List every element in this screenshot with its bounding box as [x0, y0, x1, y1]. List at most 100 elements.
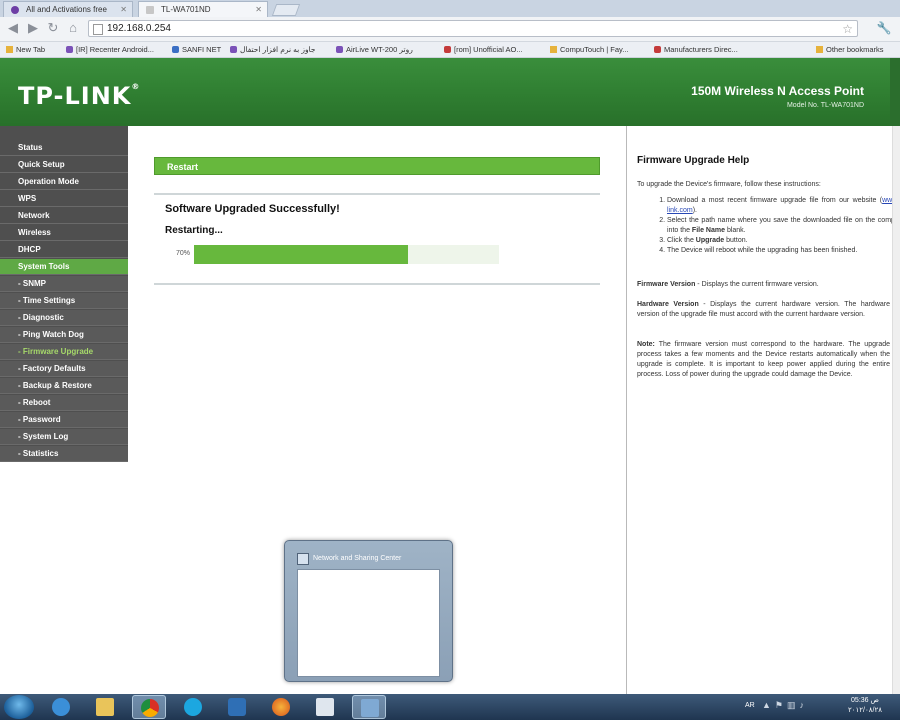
help-firmware-version: Firmware Version - Displays the current …: [637, 281, 819, 288]
bookmark-item[interactable]: [IR] Recenter Android...: [66, 43, 166, 56]
sidebar-item-wps[interactable]: WPS: [0, 191, 128, 207]
sidebar-item-reboot[interactable]: - Reboot: [0, 395, 128, 411]
close-icon[interactable]: ✕: [120, 2, 127, 17]
skype-icon: [184, 698, 202, 716]
url-input[interactable]: [107, 22, 807, 35]
sidebar-item-statistics[interactable]: - Statistics: [0, 446, 128, 462]
site-favicon-icon: [11, 6, 19, 14]
bookmark-item[interactable]: جاوز به نرم افزار احتفال: [230, 43, 334, 56]
taskbar-network-center[interactable]: [352, 695, 386, 719]
sidebar-menu: Status Quick Setup Operation Mode WPS Ne…: [0, 126, 132, 694]
sidebar-item-ping-watch-dog[interactable]: - Ping Watch Dog: [0, 327, 128, 343]
help-step: Download a most recent firmware upgrade …: [667, 196, 900, 216]
tab-strip: All and Activations free ✕ TL-WA701ND ✕: [0, 0, 900, 17]
bookmark-item[interactable]: AirLive WT-200 روتر: [336, 43, 442, 56]
bookmark-favicon-icon: [654, 46, 661, 53]
product-name: 150M Wireless N Access Point: [691, 84, 864, 98]
tp-link-logo: TP-LINK®: [18, 82, 141, 110]
tab-label: All and Activations free: [26, 5, 107, 14]
help-hardware-version: Hardware Version - Displays the current …: [637, 301, 890, 318]
page-icon: [93, 24, 103, 35]
folder-icon: [816, 46, 823, 53]
progress-fill: [194, 245, 408, 264]
page-scrollbar[interactable]: [892, 126, 900, 694]
new-tab-button[interactable]: [271, 4, 301, 16]
media-player-icon: [316, 698, 334, 716]
bookmark-favicon-icon: [172, 46, 179, 53]
taskbar-chrome[interactable]: [132, 695, 166, 719]
sidebar-item-backup-restore[interactable]: - Backup & Restore: [0, 378, 128, 394]
reload-icon[interactable]: ↻: [46, 21, 60, 35]
taskbar-firefox[interactable]: [264, 695, 298, 719]
sidebar-item-dhcp[interactable]: DHCP: [0, 242, 128, 258]
help-step: Select the path name where you save the …: [667, 216, 900, 236]
clock[interactable]: 05:36 ص ۲۰۱۲/۰۸/۲۸: [835, 696, 895, 716]
bookmark-item[interactable]: CompuTouch | Fay...: [550, 43, 652, 56]
sidebar-item-wireless[interactable]: Wireless: [0, 225, 128, 241]
taskbar-skype[interactable]: [176, 695, 210, 719]
bookmark-item[interactable]: [rom] Unofficial AO...: [444, 43, 546, 56]
start-button[interactable]: [4, 695, 34, 719]
bookmark-item[interactable]: New Tab: [6, 43, 66, 56]
bookmark-star-icon[interactable]: ☆: [842, 21, 853, 37]
taskbar-media[interactable]: [308, 695, 342, 719]
language-indicator[interactable]: AR: [745, 702, 755, 709]
system-tray-icons[interactable]: ▲⚑▥♪: [762, 700, 808, 711]
firefox-icon: [272, 698, 290, 716]
browser-tab[interactable]: All and Activations free ✕: [3, 1, 133, 17]
taskbar-explorer[interactable]: [88, 695, 122, 719]
restart-progress-bar: [194, 245, 499, 264]
preview-thumbnail[interactable]: [297, 569, 440, 677]
address-bar[interactable]: ☆: [88, 20, 858, 37]
internet-explorer-icon: [52, 698, 70, 716]
help-note: Note: The firmware version must correspo…: [637, 341, 890, 378]
wrench-menu-icon[interactable]: 🔧: [876, 21, 892, 35]
home-icon[interactable]: ⌂: [66, 21, 80, 35]
network-icon: [361, 699, 379, 717]
sidebar-item-diagnostic[interactable]: - Diagnostic: [0, 310, 128, 326]
folder-icon: [96, 698, 114, 716]
browser-toolbar: ◀ ▶ ↻ ⌂ ☆ 🔧: [0, 17, 900, 42]
sidebar-item-factory-defaults[interactable]: - Factory Defaults: [0, 361, 128, 377]
bookmark-favicon-icon: [336, 46, 343, 53]
sidebar-item-firmware-upgrade[interactable]: - Firmware Upgrade: [0, 344, 128, 360]
bookmark-item[interactable]: Manufacturers Direc...: [654, 43, 760, 56]
sidebar-item-status[interactable]: Status: [0, 140, 128, 156]
sidebar-item-password[interactable]: - Password: [0, 412, 128, 428]
sidebar-item-time-settings[interactable]: - Time Settings: [0, 293, 128, 309]
preview-title: Network and Sharing Center: [313, 555, 402, 562]
bookmark-item[interactable]: SANFI NET: [172, 43, 228, 56]
back-arrow-icon[interactable]: ◀: [6, 21, 20, 35]
restart-status: Restarting...: [165, 225, 223, 236]
help-steps: Download a most recent firmware upgrade …: [649, 196, 900, 256]
sidebar-item-snmp[interactable]: - SNMP: [0, 276, 128, 292]
chrome-icon: [141, 699, 159, 717]
taskbar-thumbnail-preview[interactable]: Network and Sharing Center: [284, 540, 453, 682]
forward-arrow-icon[interactable]: ▶: [26, 21, 40, 35]
help-title: Firmware Upgrade Help: [637, 155, 750, 166]
section-title-bar: Restart: [154, 157, 600, 175]
sidebar-item-system-tools[interactable]: System Tools: [0, 259, 128, 275]
help-panel: Firmware Upgrade Help To upgrade the Dev…: [626, 126, 900, 694]
bookmark-favicon-icon: [230, 46, 237, 53]
sidebar-item-network[interactable]: Network: [0, 208, 128, 224]
browser-tab-active[interactable]: TL-WA701ND ✕: [138, 1, 268, 17]
divider: [154, 193, 600, 195]
windows-taskbar: AR ▲⚑▥♪ 05:36 ص ۲۰۱۲/۰۸/۲۸: [0, 694, 900, 720]
help-intro: To upgrade the Device's firmware, follow…: [637, 181, 821, 188]
sidebar-item-operation-mode[interactable]: Operation Mode: [0, 174, 128, 190]
tab-label: TL-WA701ND: [161, 5, 211, 14]
taskbar-maxthon[interactable]: [220, 695, 254, 719]
sidebar-item-quick-setup[interactable]: Quick Setup: [0, 157, 128, 173]
maxthon-icon: [228, 698, 246, 716]
sidebar-item-system-log[interactable]: - System Log: [0, 429, 128, 445]
page-icon: [550, 46, 557, 53]
page-icon: [6, 46, 13, 53]
model-number: Model No. TL-WA701ND: [786, 102, 864, 109]
taskbar-ie[interactable]: [44, 695, 78, 719]
bookmark-favicon-icon: [444, 46, 451, 53]
other-bookmarks[interactable]: Other bookmarks: [816, 43, 900, 56]
bookmarks-bar: New Tab [IR] Recenter Android... SANFI N…: [0, 42, 900, 58]
close-icon[interactable]: ✕: [255, 2, 262, 17]
registered-icon: ®: [131, 82, 141, 91]
